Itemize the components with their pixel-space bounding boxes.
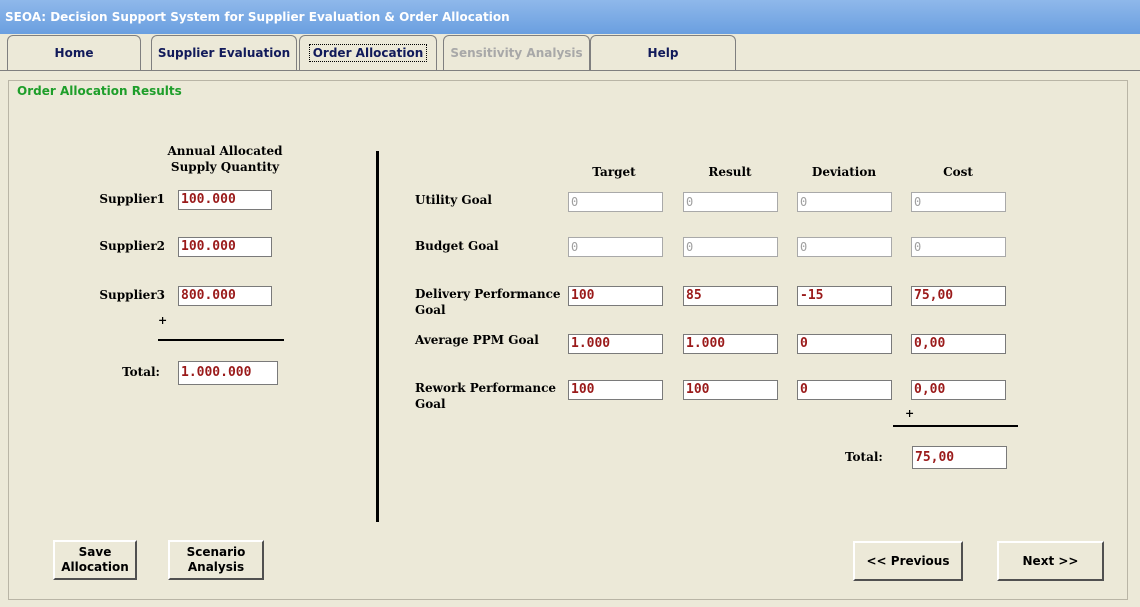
supply-plus-sign: +	[158, 314, 168, 327]
tab-supplier-evaluation-label: Supplier Evaluation	[157, 46, 291, 60]
cost-total-label: Total:	[845, 450, 883, 464]
delivery-target-field[interactable]: 100	[568, 286, 663, 306]
rework-deviation-field[interactable]: 0	[797, 380, 892, 400]
previous-button-label: << Previous	[866, 553, 950, 568]
scenario-analysis-button[interactable]: Scenario Analysis	[168, 540, 264, 580]
supplier1-label: Supplier1	[99, 192, 165, 206]
goal-label-utility: Utility Goal	[415, 193, 492, 207]
goal-label-delivery-line1: Delivery Performance	[415, 287, 561, 301]
tab-home-label: Home	[54, 46, 94, 60]
budget-target-field: 0	[568, 237, 663, 257]
supplier3-quantity-field[interactable]: 800.000	[178, 286, 272, 306]
ppm-deviation-field[interactable]: 0	[797, 334, 892, 354]
ppm-result-field[interactable]: 1.000	[683, 334, 778, 354]
column-header-deviation: Deviation	[811, 165, 877, 179]
delivery-cost-field[interactable]: 75,00	[911, 286, 1006, 306]
supply-header: Annual Allocated Supply Quantity	[160, 143, 290, 175]
ppm-target-field[interactable]: 1.000	[568, 334, 663, 354]
vertical-divider	[376, 151, 379, 522]
utility-result-field: 0	[683, 192, 778, 212]
budget-deviation-field: 0	[797, 237, 892, 257]
supplier2-label: Supplier2	[99, 239, 165, 253]
tab-home[interactable]: Home	[7, 35, 141, 70]
previous-button[interactable]: << Previous	[853, 541, 963, 581]
ppm-cost-field[interactable]: 0,00	[911, 334, 1006, 354]
goal-label-budget: Budget Goal	[415, 239, 499, 253]
rework-result-field[interactable]: 100	[683, 380, 778, 400]
goal-label-rework-line2: Goal	[415, 397, 446, 411]
cost-sum-line	[893, 425, 1018, 427]
scenario-analysis-line1: Scenario	[186, 545, 246, 559]
goal-label-rework-performance: Rework Performance Goal	[415, 380, 556, 412]
supply-header-line1: Annual Allocated	[167, 144, 283, 158]
cost-total-field[interactable]: 75,00	[912, 446, 1007, 469]
save-allocation-line2: Allocation	[61, 560, 129, 574]
goal-label-average-ppm: Average PPM Goal	[415, 333, 539, 347]
utility-target-field: 0	[568, 192, 663, 212]
delivery-result-field[interactable]: 85	[683, 286, 778, 306]
next-button[interactable]: Next >>	[997, 541, 1104, 581]
budget-result-field: 0	[683, 237, 778, 257]
tab-order-allocation-label: Order Allocation	[308, 44, 428, 62]
goal-label-rework-line1: Rework Performance	[415, 381, 557, 395]
supply-total-label: Total:	[122, 365, 160, 379]
tab-help[interactable]: Help	[590, 35, 736, 70]
utility-deviation-field: 0	[797, 192, 892, 212]
save-allocation-line1: Save	[78, 545, 112, 559]
utility-cost-field: 0	[911, 192, 1006, 212]
app-title: SEOA: Decision Support System for Suppli…	[5, 10, 510, 24]
panel-legend: Order Allocation Results	[14, 84, 185, 98]
tab-sensitivity-analysis-label: Sensitivity Analysis	[450, 46, 583, 60]
goal-label-delivery-line2: Goal	[415, 303, 446, 317]
supply-sum-line	[158, 339, 284, 341]
delivery-deviation-field[interactable]: -15	[797, 286, 892, 306]
column-header-cost: Cost	[943, 165, 973, 179]
tab-help-label: Help	[647, 46, 679, 60]
column-header-result: Result	[708, 165, 752, 179]
rework-cost-field[interactable]: 0,00	[911, 380, 1006, 400]
rework-target-field[interactable]: 100	[568, 380, 663, 400]
scenario-analysis-line2: Analysis	[187, 560, 245, 574]
next-button-label: Next >>	[1022, 553, 1079, 568]
budget-cost-field: 0	[911, 237, 1006, 257]
cost-plus-sign: +	[905, 407, 915, 420]
supply-total-field[interactable]: 1.000.000	[178, 361, 278, 385]
column-header-target: Target	[592, 165, 636, 179]
supplier3-label: Supplier3	[99, 288, 165, 302]
supplier1-quantity-field[interactable]: 100.000	[178, 190, 272, 210]
title-bar: SEOA: Decision Support System for Suppli…	[0, 0, 1140, 34]
save-allocation-button[interactable]: Save Allocation	[53, 540, 137, 580]
supplier2-quantity-field[interactable]: 100.000	[178, 237, 272, 257]
goal-label-delivery-performance: Delivery Performance Goal	[415, 286, 561, 318]
tab-order-allocation[interactable]: Order Allocation	[299, 35, 437, 71]
tab-supplier-evaluation[interactable]: Supplier Evaluation	[151, 35, 297, 70]
tab-underline	[0, 70, 1140, 71]
tab-sensitivity-analysis: Sensitivity Analysis	[443, 35, 590, 70]
supply-header-line2: Supply Quantity	[170, 160, 280, 174]
